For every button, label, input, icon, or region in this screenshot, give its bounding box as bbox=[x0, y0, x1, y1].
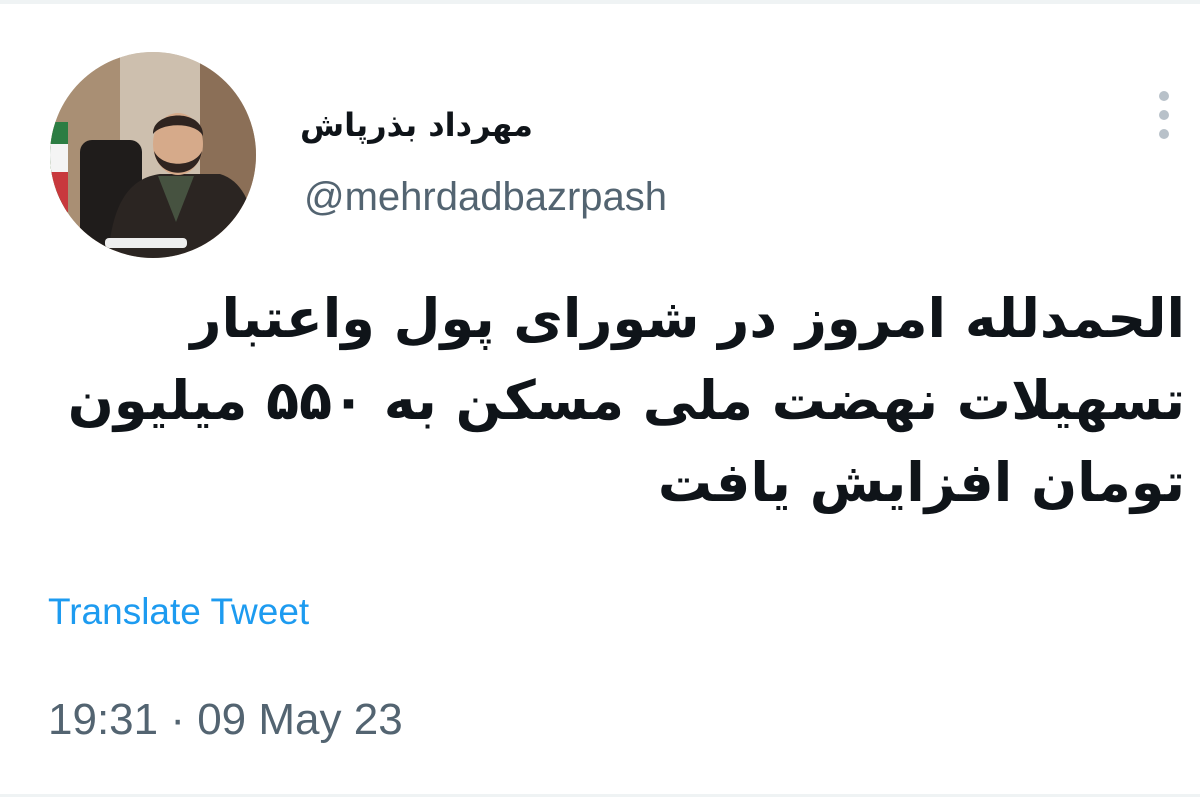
more-vertical-icon bbox=[1159, 110, 1169, 120]
avatar[interactable] bbox=[50, 52, 256, 258]
more-vertical-icon bbox=[1159, 129, 1169, 139]
bottom-divider bbox=[0, 794, 1200, 797]
more-vertical-icon bbox=[1159, 91, 1169, 101]
tweet-timestamp[interactable]: 19:31 · 09 May 23 bbox=[48, 692, 403, 748]
translate-tweet-link[interactable]: Translate Tweet bbox=[48, 588, 309, 636]
display-name[interactable]: مهرداد بذرپاش bbox=[300, 100, 580, 150]
user-handle[interactable]: @mehrdadbazrpash bbox=[304, 172, 667, 222]
more-options-button[interactable] bbox=[1146, 88, 1182, 142]
top-divider bbox=[0, 0, 1200, 4]
tweet-text: الحمدلله امروز در شورای پول واعتبار تسهی… bbox=[67, 287, 1185, 514]
avatar-image bbox=[50, 52, 256, 258]
